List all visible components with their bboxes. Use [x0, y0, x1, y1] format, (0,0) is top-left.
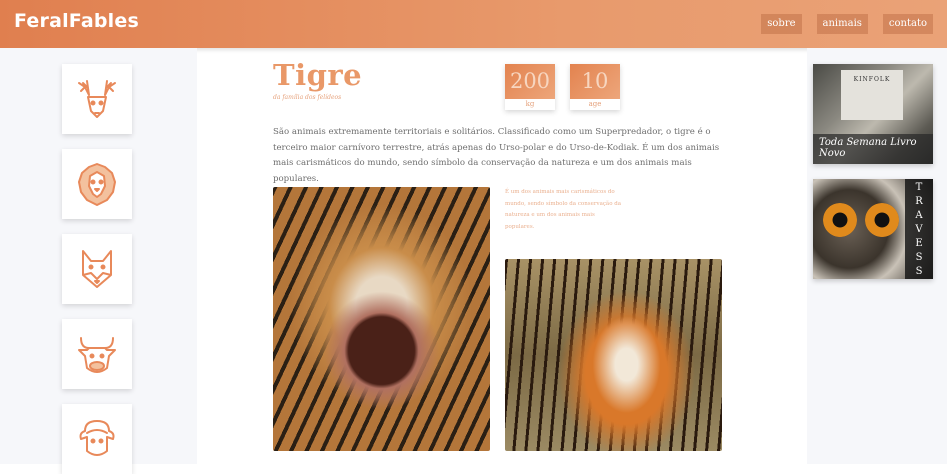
ad-vertical-letter: E — [915, 238, 923, 249]
ad-brand: KINFOLK — [853, 76, 891, 83]
stat-age: 10 age — [570, 64, 620, 110]
ad-vertical-letter: R — [915, 196, 923, 207]
nav-link-sobre[interactable]: sobre — [761, 14, 802, 34]
owl-eye-left — [823, 203, 857, 237]
stat-weight-value: 200 — [505, 64, 555, 99]
animal-card-deer[interactable] — [62, 64, 132, 134]
ad-vertical-text: TRAVESSA — [905, 179, 933, 279]
lion-icon — [78, 163, 116, 206]
stat-age-value: 10 — [570, 64, 620, 99]
nav-link-animais[interactable]: animais — [816, 14, 868, 34]
bull-icon — [78, 337, 116, 373]
site-logo[interactable]: FeralFables — [14, 10, 139, 32]
ad-vertical-letter: S — [915, 252, 923, 263]
fox-icon — [82, 250, 112, 288]
sheep-icon — [79, 420, 115, 456]
animal-card-lion[interactable] — [62, 149, 132, 219]
ad-vertical-letter: S — [915, 266, 923, 277]
page-subtitle: da família dos felídeos — [273, 94, 342, 101]
description-text: São animais extremamente territoriais e … — [273, 127, 720, 184]
deer-icon — [78, 80, 116, 118]
ad-vertical-letter: V — [915, 224, 923, 235]
ad-travessa[interactable]: TRAVESSA — [813, 179, 933, 279]
ad-kinfolk[interactable]: KINFOLK Toda Semana Livro Novo — [813, 64, 933, 164]
ad-vertical-letter: T — [915, 182, 923, 193]
stat-weight-unit: kg — [525, 100, 535, 108]
stat-weight: 200 kg — [505, 64, 555, 110]
animal-card-bull[interactable] — [62, 319, 132, 389]
stat-age-unit: age — [588, 100, 602, 108]
page-title: Tigre — [273, 58, 363, 92]
top-header: FeralFables sobre animais contato — [0, 0, 947, 48]
nav-link-contato[interactable]: contato — [882, 14, 933, 34]
ad-vertical-letter: A — [915, 210, 923, 221]
tiger-roaring-photo — [273, 187, 490, 451]
main-nav: sobre animais contato — [761, 14, 933, 34]
animal-card-fox[interactable] — [62, 234, 132, 304]
tiger-walking-photo — [505, 259, 722, 451]
owl-eye-right — [865, 203, 899, 237]
pull-quote: É um dos animais mais carismáticos do mu… — [505, 189, 622, 230]
ad-caption: Toda Semana Livro Novo — [813, 134, 933, 164]
